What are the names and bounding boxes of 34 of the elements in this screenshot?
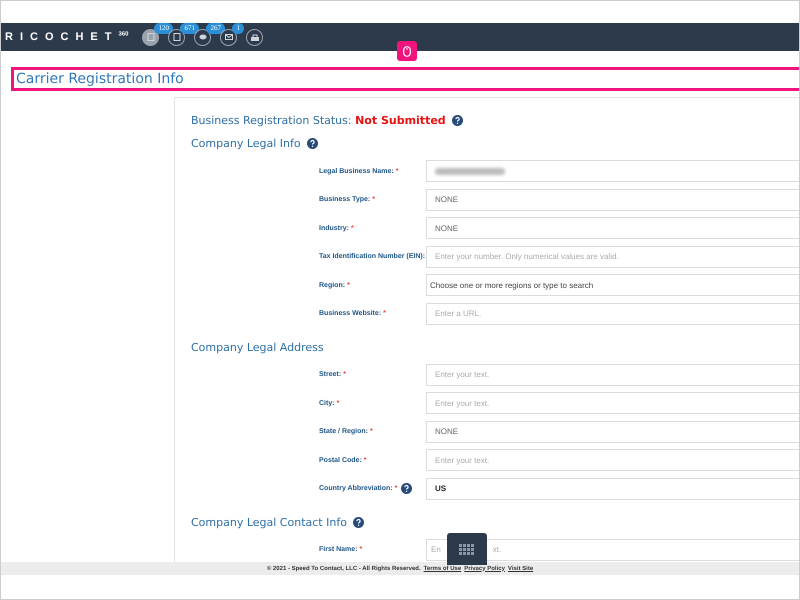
section-heading: Company Legal Info [191, 137, 301, 150]
section-heading: Company Legal Contact Info [191, 516, 347, 528]
toolbar-button[interactable] [142, 28, 160, 46]
mail-icon [224, 34, 233, 40]
multi-select-field[interactable]: Choose one or more regions or type to search [426, 274, 799, 296]
input-field[interactable]: Enter your number. Only numerical values are valid. [426, 246, 799, 268]
inbox-icon [250, 34, 259, 40]
status-text: Business Registration Status: Not Submitted [191, 114, 446, 127]
toolbar-button[interactable] [246, 28, 264, 46]
mouse-marker-icon [397, 41, 417, 61]
input-field[interactable] [426, 160, 799, 182]
help-icon[interactable] [306, 138, 318, 149]
help-icon[interactable] [401, 483, 412, 494]
grid-icon [459, 544, 475, 554]
document-icon [172, 33, 181, 41]
input-field[interactable]: Enter your text. [426, 392, 799, 414]
placeholder-text: En [431, 545, 441, 554]
input-field[interactable]: Enter your text. [426, 364, 799, 386]
select-field[interactable]: US [426, 478, 799, 500]
logo: RICOCHET$^{360}$ [5, 31, 128, 43]
input-field[interactable]: Enter a URL. [426, 302, 799, 324]
input-field[interactable]: Enter your text. [426, 449, 799, 471]
document-icon [146, 33, 155, 41]
page-title: Carrier Registration Info [16, 71, 184, 87]
select-field[interactable]: NONE [426, 420, 799, 442]
select-field[interactable]: NONE [426, 217, 799, 239]
placeholder-text: xt. [492, 545, 502, 554]
help-icon[interactable] [452, 115, 463, 126]
blurred-text [435, 168, 505, 174]
section-heading: Company Legal Address [191, 340, 324, 354]
help-icon[interactable] [352, 516, 364, 528]
chat-icon [198, 34, 207, 40]
select-field[interactable]: NONE [426, 188, 799, 210]
apps-grid-button[interactable] [447, 533, 487, 565]
